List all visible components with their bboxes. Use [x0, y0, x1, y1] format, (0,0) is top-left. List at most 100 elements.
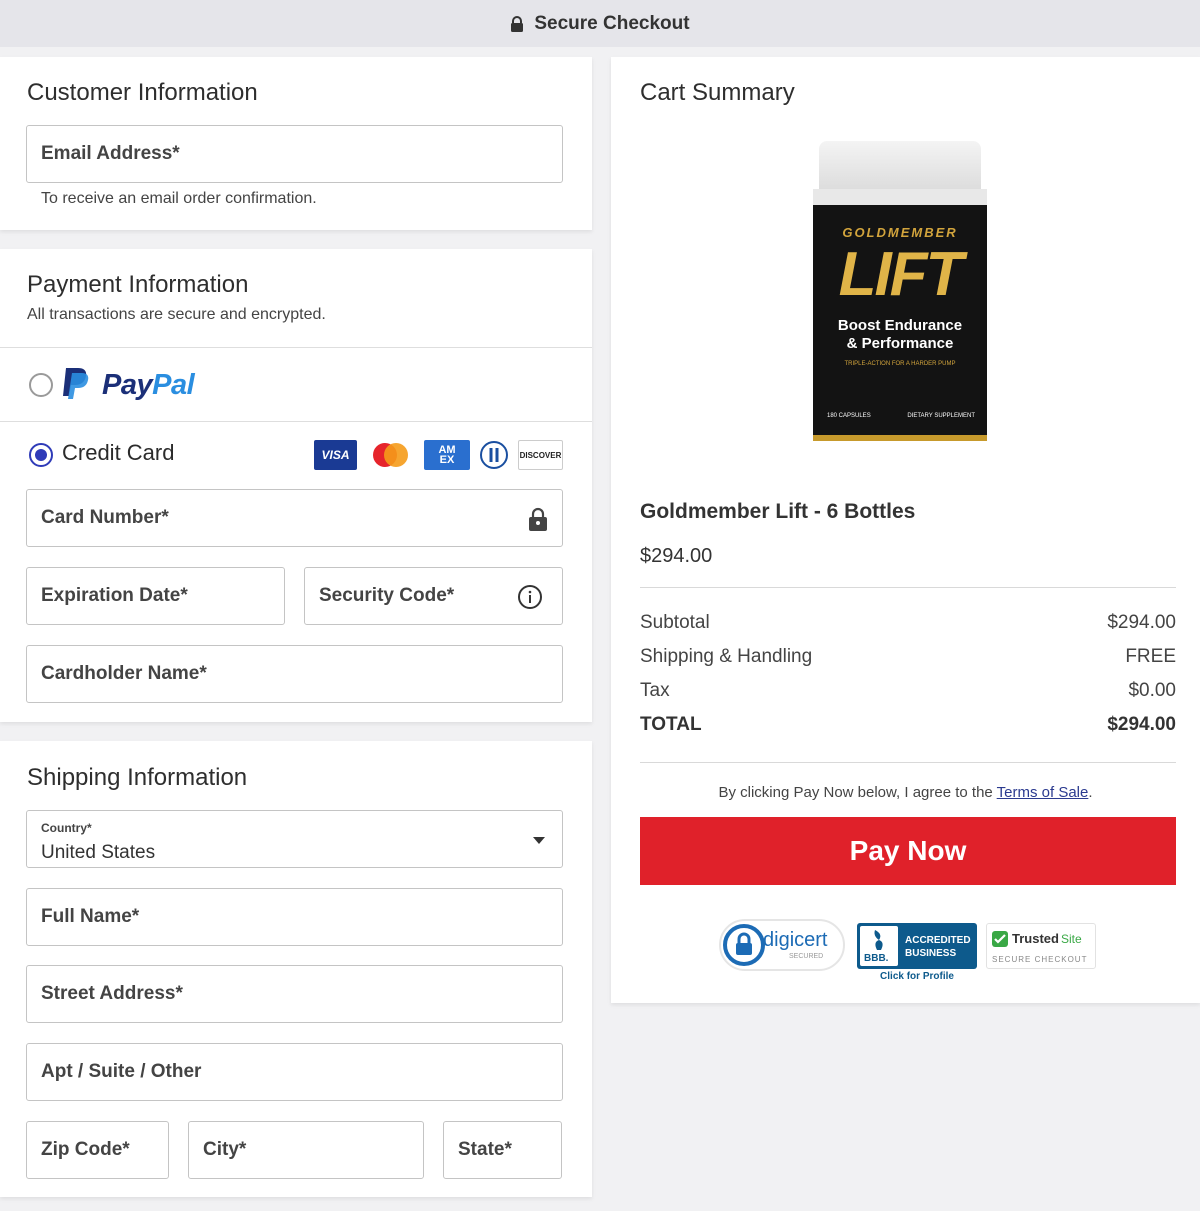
- total-row: TOTAL $294.00: [640, 714, 1176, 736]
- card-lock-icon: [529, 507, 547, 531]
- digicert-sub: SECURED: [789, 953, 824, 960]
- product-small-line: TRIPLE-ACTION FOR A HARDER PUMP: [844, 361, 956, 367]
- expiration-date-field[interactable]: Expiration Date*: [26, 567, 285, 625]
- trustedsite-badge[interactable]: Trusted Site SECURE CHECKOUT: [986, 923, 1096, 969]
- paypal-radio[interactable]: [29, 373, 53, 397]
- zip-code-field[interactable]: Zip Code*: [26, 1121, 169, 1179]
- state-label: State*: [458, 1139, 512, 1160]
- paypal-wordmark[interactable]: PayPal: [102, 369, 195, 402]
- divider: [0, 347, 592, 348]
- divider: [640, 762, 1176, 763]
- paypal-logo-icon: [63, 368, 89, 399]
- terms-of-sale-link[interactable]: Terms of Sale: [997, 784, 1089, 801]
- paypal-pay: Pay: [102, 369, 153, 401]
- trusted-sub: SECURE CHECKOUT: [992, 955, 1088, 964]
- total-label: TOTAL: [640, 714, 702, 735]
- cart-summary-section: Cart Summary GOLDMEMBER LIFT Boost Endur…: [611, 57, 1200, 1003]
- discover-text: DISCOVER: [519, 450, 562, 460]
- cardholder-name-field[interactable]: Cardholder Name*: [26, 645, 563, 703]
- credit-card-radio[interactable]: [29, 443, 53, 467]
- customer-information-title: Customer Information: [27, 79, 258, 106]
- chevron-down-icon: [533, 837, 545, 844]
- credit-card-label[interactable]: Credit Card: [62, 440, 174, 466]
- secure-checkout-header: Secure Checkout: [0, 0, 1200, 47]
- product-brand-line: GOLDMEMBER: [842, 225, 958, 240]
- product-supplement: DIETARY SUPPLEMENT: [907, 413, 975, 419]
- product-tagline-2: & Performance: [846, 335, 954, 352]
- visa-icon: VISA: [314, 440, 357, 470]
- mastercard-circles: [373, 443, 408, 467]
- zip-label: Zip Code*: [41, 1139, 130, 1160]
- security-code-field[interactable]: Security Code*: [304, 567, 563, 625]
- info-icon[interactable]: [517, 584, 543, 610]
- paypal-pal: Pal: [152, 369, 195, 401]
- state-field[interactable]: State*: [443, 1121, 562, 1179]
- shipping-value: FREE: [1125, 646, 1176, 667]
- street-address-field[interactable]: Street Address*: [26, 965, 563, 1023]
- bbb-logo: BBB.: [860, 926, 898, 966]
- divider: [640, 587, 1176, 588]
- lock-icon: [511, 15, 524, 32]
- amex-text: AM EX: [438, 444, 456, 466]
- site-text: Site: [1061, 932, 1082, 946]
- cardholder-label: Cardholder Name*: [41, 663, 207, 684]
- tax-row: Tax $0.00: [640, 680, 1176, 702]
- divider: [0, 421, 592, 422]
- product-capsules: 180 CAPSULES: [827, 413, 871, 419]
- digicert-lock-icon: [723, 924, 765, 966]
- subtotal-label: Subtotal: [640, 612, 710, 633]
- shipping-row: Shipping & Handling FREE: [640, 646, 1176, 668]
- city-field[interactable]: City*: [188, 1121, 424, 1179]
- customer-information-section: Customer Information Email Address* To r…: [0, 57, 592, 230]
- subtotal-value: $294.00: [1107, 612, 1176, 633]
- card-number-label: Card Number*: [41, 507, 169, 528]
- payment-information-title: Payment Information: [27, 271, 249, 298]
- tax-value: $0.00: [1128, 680, 1176, 701]
- discover-icon: DISCOVER: [518, 440, 563, 470]
- card-number-field[interactable]: Card Number*: [26, 489, 563, 547]
- check-icon: [992, 931, 1008, 947]
- email-label: Email Address*: [41, 143, 180, 164]
- email-hint: To receive an email order confirmation.: [41, 190, 317, 207]
- bbb-line1: ACCREDITED: [905, 935, 971, 946]
- bbb-mark: BBB.: [864, 953, 889, 964]
- bbb-torch-icon: [874, 930, 883, 950]
- bbb-badge[interactable]: BBB. ACCREDITED BUSINESS: [857, 923, 977, 969]
- country-value: United States: [41, 842, 156, 863]
- terms-agreement: By clicking Pay Now below, I agree to th…: [611, 784, 1200, 801]
- shipping-information-title: Shipping Information: [27, 764, 248, 791]
- mastercard-icon: [369, 440, 412, 470]
- apt-label: Apt / Suite / Other: [41, 1061, 202, 1082]
- expiration-label: Expiration Date*: [41, 585, 188, 606]
- header-title: Secure Checkout: [534, 12, 690, 34]
- bottle-neck: [813, 189, 987, 205]
- street-label: Street Address*: [41, 983, 183, 1004]
- bbb-profile-link[interactable]: Click for Profile: [857, 971, 977, 982]
- total-value: $294.00: [1107, 714, 1176, 735]
- shipping-information-section: Shipping Information Country* United Sta…: [0, 741, 592, 1197]
- country-select[interactable]: Country* United States: [26, 810, 563, 868]
- agree-end: .: [1088, 784, 1093, 801]
- digicert-badge[interactable]: digicert SECURED: [719, 919, 845, 971]
- visa-text: VISA: [321, 448, 350, 462]
- country-label: Country*: [41, 821, 92, 835]
- product-tagline-1: Boost Endurance: [837, 317, 963, 334]
- email-field[interactable]: Email Address*: [26, 125, 563, 183]
- payment-subtitle: All transactions are secure and encrypte…: [27, 306, 326, 323]
- full-name-field[interactable]: Full Name*: [26, 888, 563, 946]
- trusted-text: Trusted: [1012, 931, 1059, 946]
- product-image: GOLDMEMBER LIFT Boost Endurance & Perfor…: [811, 141, 989, 461]
- bbb-line2: BUSINESS: [905, 948, 957, 959]
- cart-summary-title: Cart Summary: [640, 79, 795, 106]
- product-big-word: LIFT: [838, 240, 964, 309]
- diners-circle: [480, 441, 508, 469]
- shipping-label: Shipping & Handling: [640, 646, 813, 667]
- product-price: $294.00: [640, 545, 713, 567]
- bottle-label: GOLDMEMBER LIFT Boost Endurance & Perfor…: [813, 205, 987, 441]
- digicert-text: digicert: [763, 929, 828, 951]
- pay-now-button[interactable]: Pay Now: [640, 817, 1176, 885]
- apt-suite-field[interactable]: Apt / Suite / Other: [26, 1043, 563, 1101]
- bottle-cap: [819, 141, 981, 191]
- city-label: City*: [203, 1139, 247, 1160]
- subtotal-row: Subtotal $294.00: [640, 612, 1176, 634]
